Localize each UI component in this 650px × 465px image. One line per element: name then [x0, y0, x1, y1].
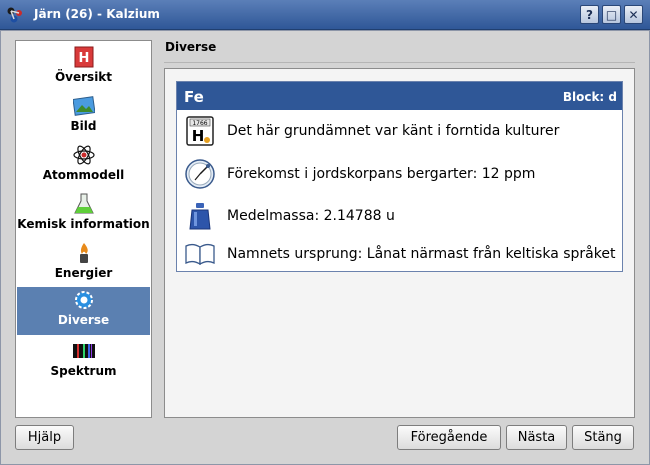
clock-icon — [183, 157, 217, 191]
sidebar-item-bild[interactable]: Bild — [17, 93, 150, 141]
book-icon — [183, 237, 217, 271]
discovery-icon: 1766 H — [183, 114, 217, 148]
sidebar-item-label: Kemisk information — [17, 217, 150, 231]
maximize-window-button[interactable]: □ — [602, 5, 621, 24]
help-button-label: Hjälp — [27, 430, 62, 445]
element-symbol: Fe — [184, 88, 204, 106]
previous-button-label: Föregående — [410, 430, 488, 445]
info-row-mass: Medelmassa: 2.14788 u — [183, 199, 618, 233]
spectrum-icon — [72, 340, 95, 362]
discovery-letter: H — [192, 127, 205, 145]
discovery-year: 1766 — [192, 120, 207, 127]
atom-icon — [72, 144, 95, 166]
sidebar-item-kemisk-information[interactable]: Kemisk information — [17, 191, 150, 239]
help-window-button[interactable]: ? — [580, 5, 599, 24]
sidebar-item-label: Bild — [70, 119, 97, 133]
sidebar-item-oversikt[interactable]: H Översikt — [17, 44, 150, 92]
flame-icon — [73, 242, 95, 264]
abundance-text: Förekomst i jordskorpans bergarter: 12 p… — [227, 166, 536, 182]
next-button-label: Nästa — [517, 430, 556, 445]
element-block: Block: d — [562, 90, 617, 104]
card-header: Fe Block: d — [177, 82, 622, 110]
sidebar: H Översikt Bild Atommodell Kemisk inform… — [15, 40, 152, 418]
title-bar: Järn (26) - Kalzium ? □ ✕ — [0, 0, 650, 30]
sidebar-item-label: Diverse — [57, 313, 110, 327]
flask-icon — [73, 193, 95, 215]
title-divider — [164, 62, 635, 63]
close-window-button[interactable]: ✕ — [624, 5, 643, 24]
picture-icon — [72, 95, 95, 117]
sidebar-item-spektrum[interactable]: Spektrum — [17, 338, 150, 386]
discovery-text: Det här grundämnet var känt i forntida k… — [227, 123, 560, 139]
mass-text: Medelmassa: 2.14788 u — [227, 208, 395, 224]
kalzium-app-icon[interactable] — [6, 6, 24, 24]
info-row-abundance: Förekomst i jordskorpans bergarter: 12 p… — [183, 157, 618, 191]
element-h-icon: H — [73, 46, 95, 68]
info-card: Fe Block: d 1766 H Det här grundämnet va… — [176, 81, 623, 272]
sidebar-item-label: Energier — [54, 266, 113, 280]
close-button[interactable]: Stäng — [572, 425, 634, 450]
weight-icon — [183, 199, 217, 233]
previous-button[interactable]: Föregående — [397, 425, 501, 450]
window-title: Järn (26) - Kalzium — [34, 7, 160, 21]
sidebar-item-diverse[interactable]: Diverse — [17, 287, 150, 335]
help-button[interactable]: Hjälp — [15, 425, 74, 450]
page-title: Diverse — [165, 40, 217, 54]
sidebar-item-label: Översikt — [54, 70, 113, 84]
sidebar-item-energier[interactable]: Energier — [17, 240, 150, 288]
sidebar-item-label: Atommodell — [42, 168, 125, 182]
name-origin-text: Namnets ursprung: Lånat närmast från kel… — [227, 246, 616, 262]
gear-icon — [73, 289, 95, 311]
svg-text:H: H — [78, 51, 89, 66]
close-button-label: Stäng — [584, 430, 622, 445]
sidebar-item-label: Spektrum — [50, 364, 117, 378]
info-row-discovery: 1766 H Det här grundämnet var känt i for… — [183, 114, 618, 148]
next-button[interactable]: Nästa — [506, 425, 567, 450]
sidebar-item-atommodell[interactable]: Atommodell — [17, 142, 150, 190]
info-row-name-origin: Namnets ursprung: Lånat närmast från kel… — [183, 237, 618, 271]
